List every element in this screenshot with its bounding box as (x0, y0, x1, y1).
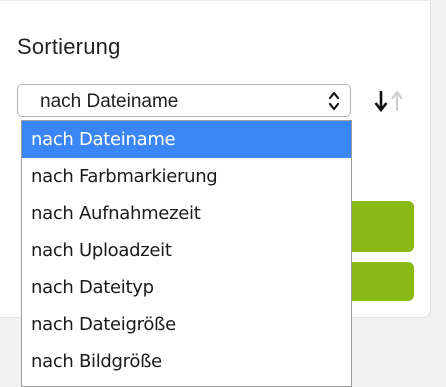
sort-option[interactable]: nach Aufnahmezeit (22, 195, 351, 232)
select-value: nach Dateiname (40, 91, 179, 112)
sort-option[interactable]: nach Uploadzeit (22, 232, 351, 269)
sort-option[interactable]: nach Dateityp (22, 269, 351, 306)
sort-direction-icon[interactable] (372, 87, 408, 115)
sort-option[interactable]: nach Farbmarkierung (22, 158, 351, 195)
sort-panel-screen: Sortierung nach Dateiname nach Dateiname… (0, 0, 446, 387)
sort-select[interactable]: nach Dateiname (17, 84, 351, 117)
section-title: Sortierung (17, 34, 121, 59)
up-down-chevrons-icon (328, 91, 340, 111)
sort-option[interactable]: nach Dateiname (22, 121, 351, 158)
sort-option[interactable]: nach Bildgröße (22, 343, 351, 380)
sort-options-dropdown: nach Dateiname nach Farbmarkierung nach … (21, 120, 352, 387)
sort-option[interactable]: nach Dateigröße (22, 306, 351, 343)
